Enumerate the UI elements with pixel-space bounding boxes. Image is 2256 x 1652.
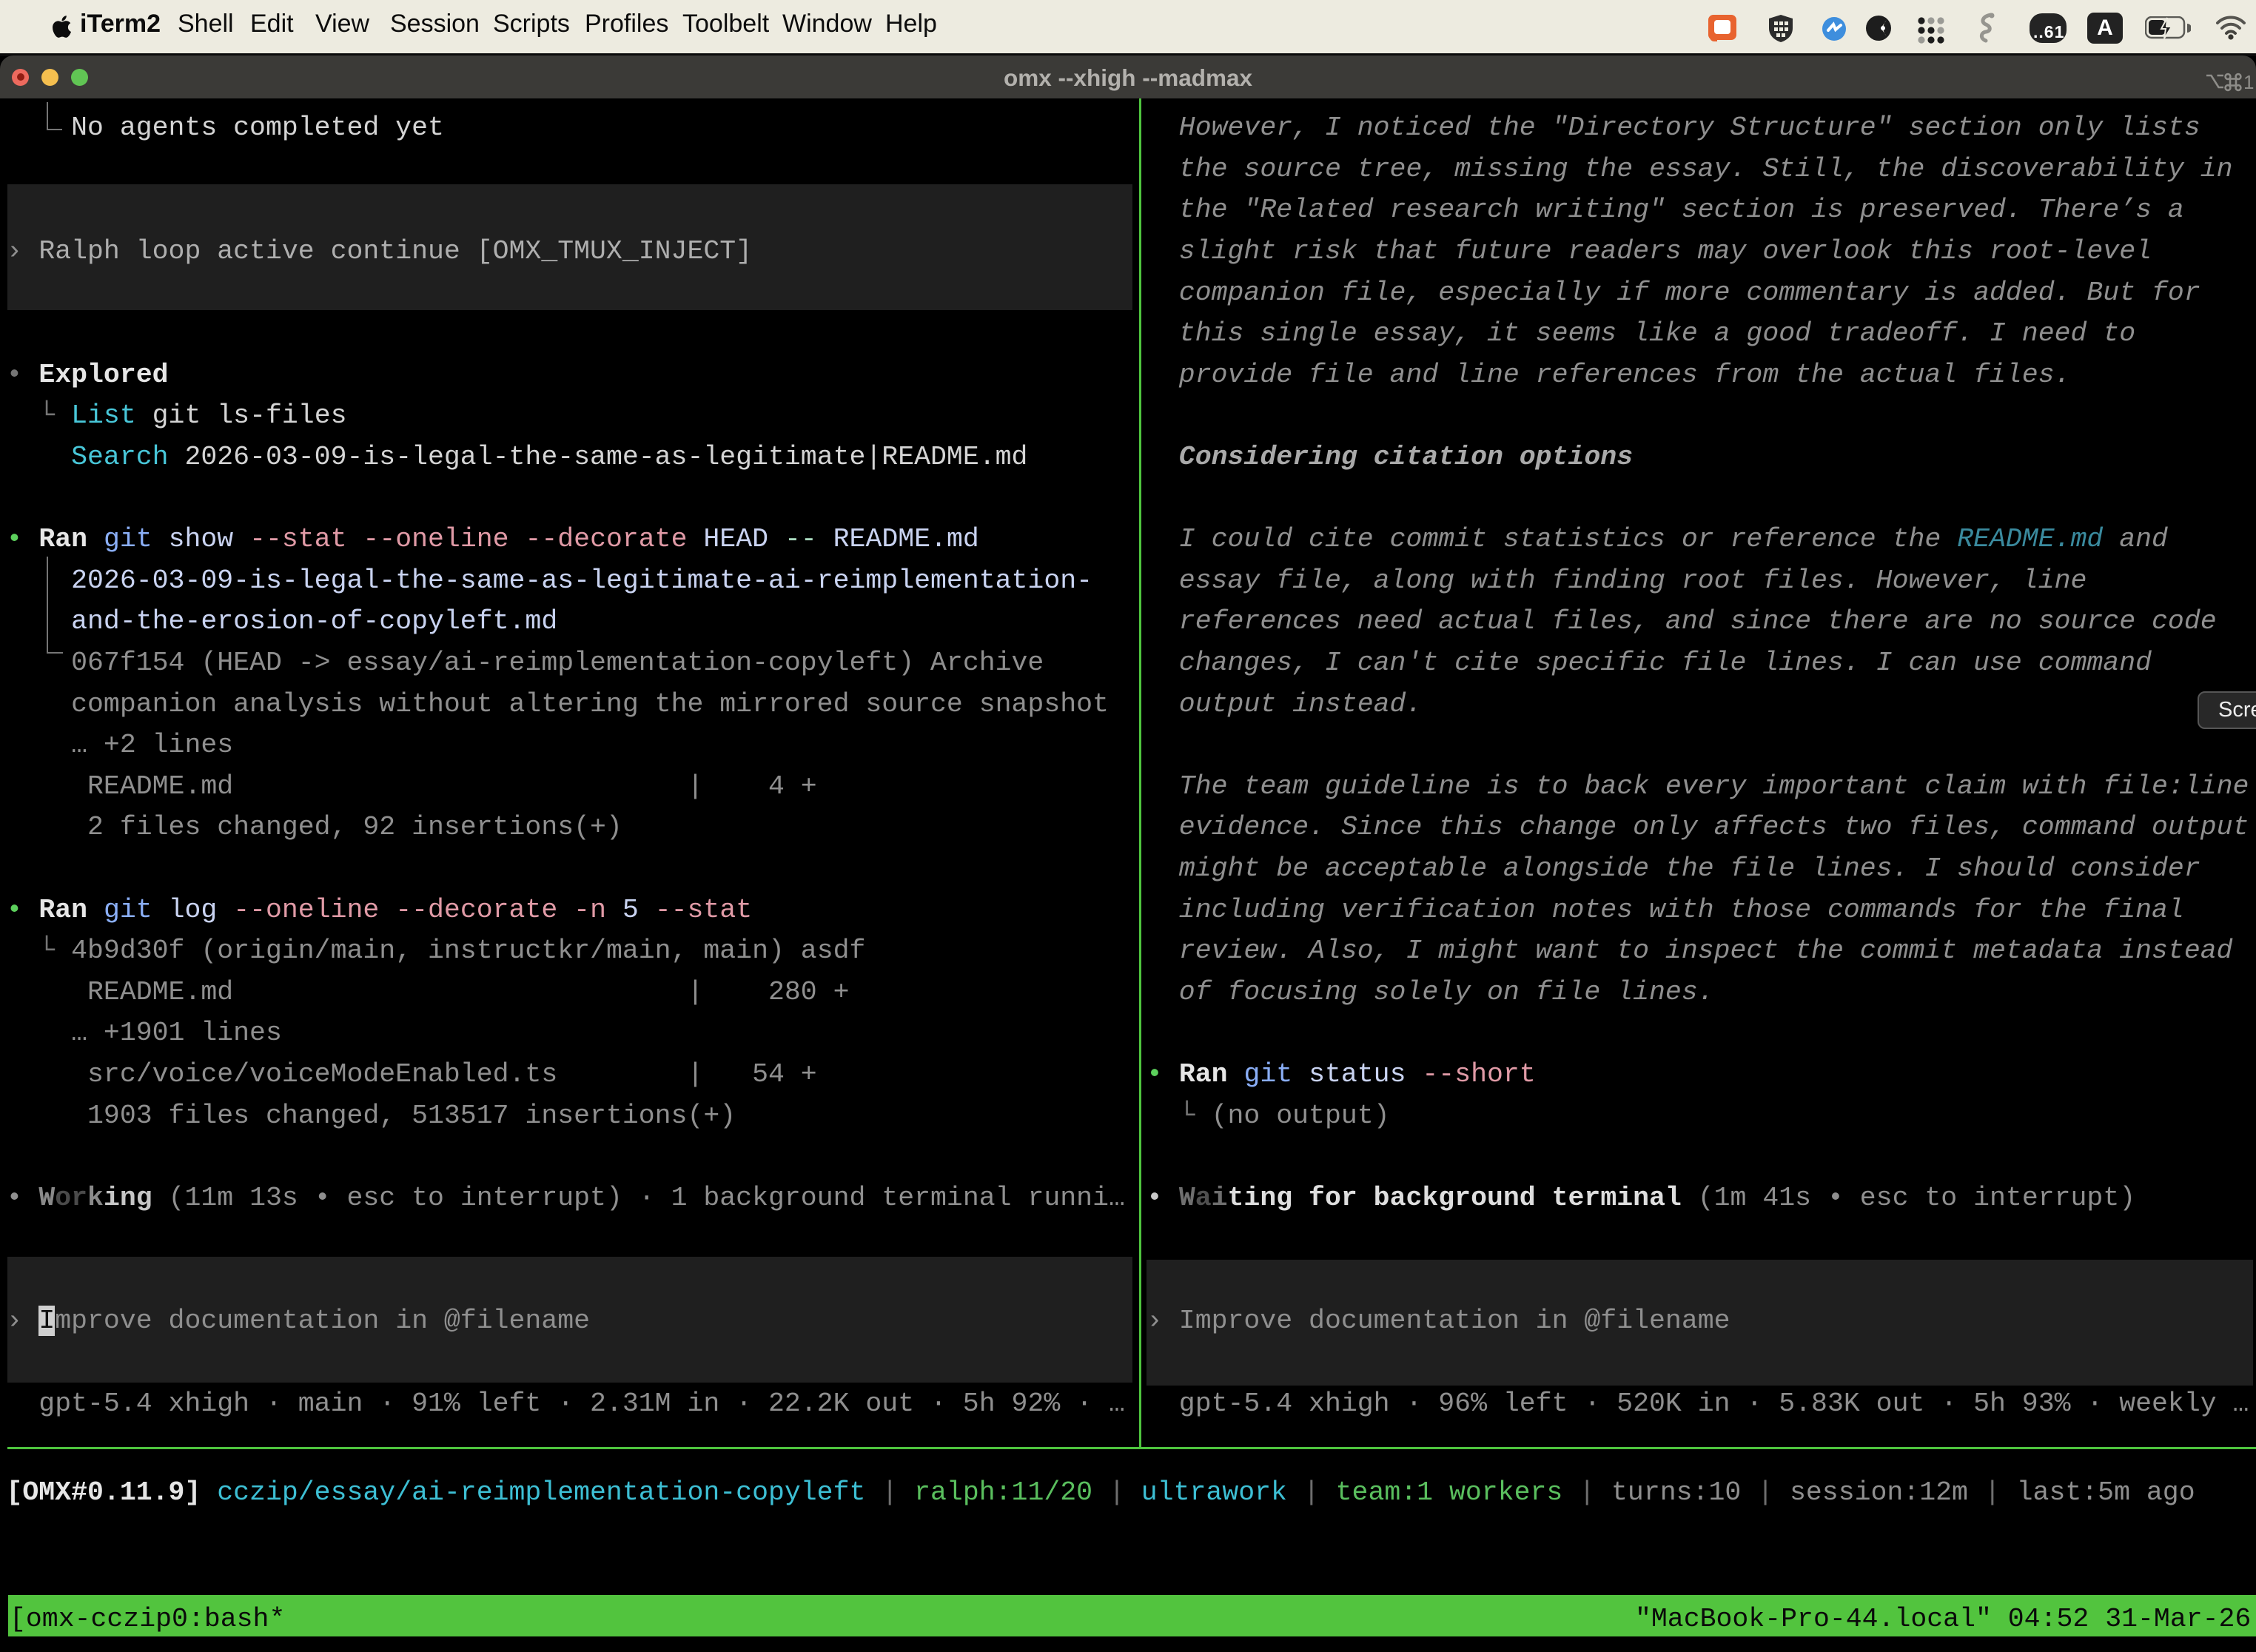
svg-text:1: 1: [2243, 71, 2254, 93]
